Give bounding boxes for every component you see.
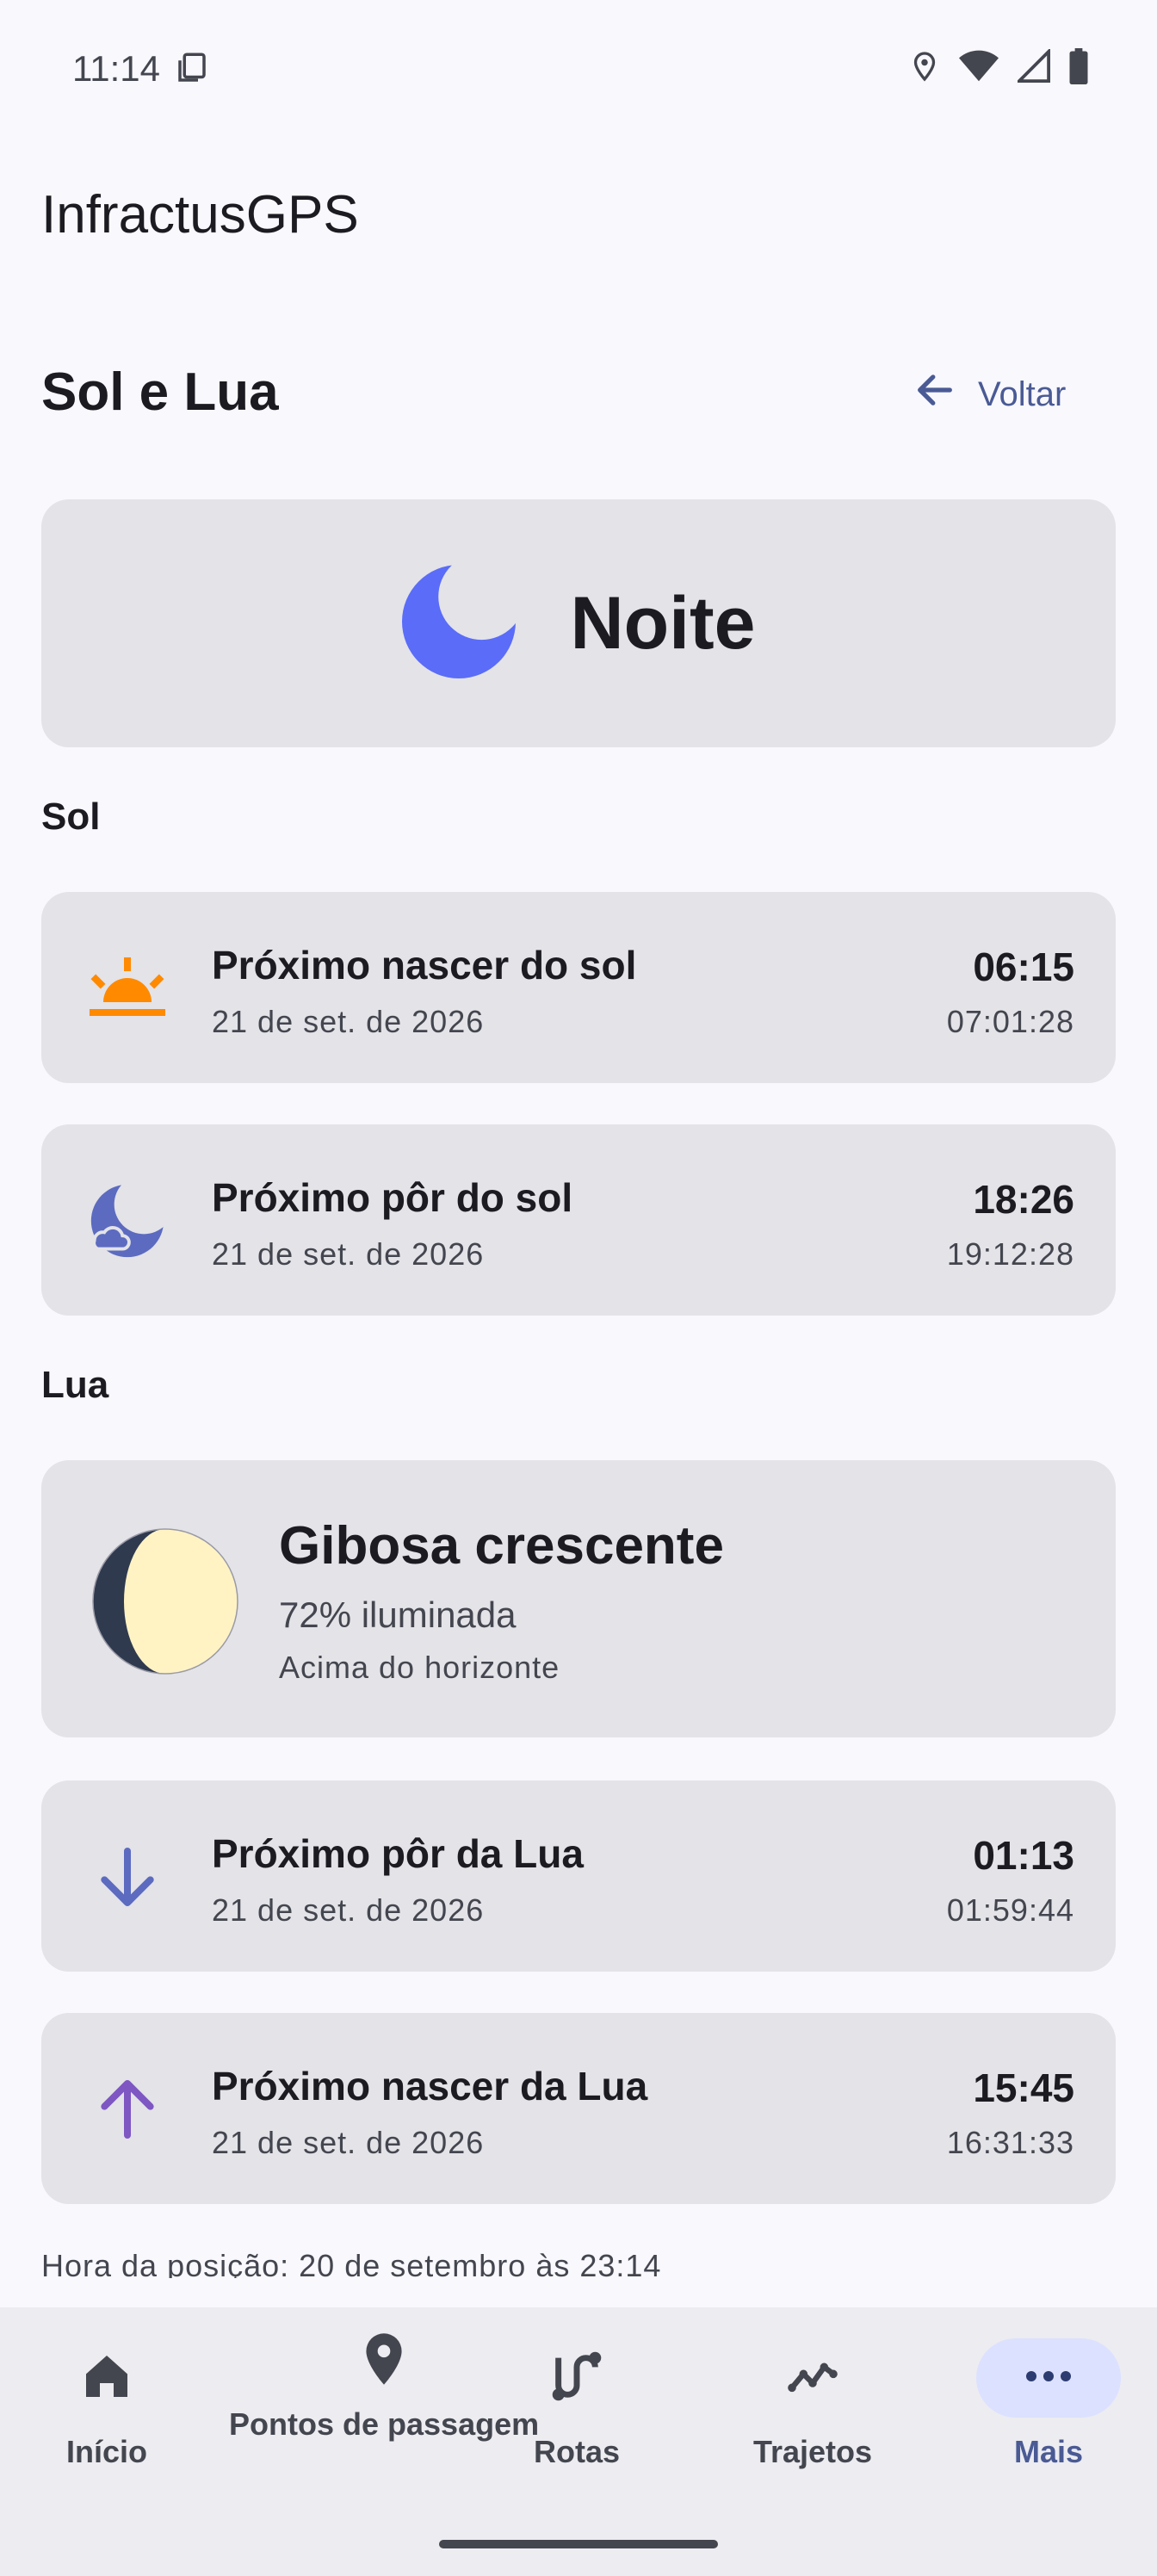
wifi-icon xyxy=(959,49,999,88)
position-timestamp-note: Hora da posição: 20 de setembro às 23:14 xyxy=(41,2248,662,2278)
row-date: 21 de set. de 2026 xyxy=(212,2125,485,2160)
next-moonset-card[interactable]: Próximo pôr da Lua 21 de set. de 2026 01… xyxy=(41,1780,1116,1972)
row-secondary-time: 07:01:28 xyxy=(946,1004,1074,1039)
trajectory-icon xyxy=(785,2349,840,2408)
nav-item-routes[interactable]: Rotas xyxy=(504,2338,649,2473)
next-sunset-card[interactable]: Próximo pôr do sol 21 de set. de 2026 18… xyxy=(41,1124,1116,1316)
row-date: 21 de set. de 2026 xyxy=(212,1892,485,1928)
nav-label: Pontos de passagem xyxy=(229,2406,540,2442)
nav-item-waypoints[interactable]: Pontos de passagem xyxy=(229,2321,539,2445)
bottom-navigation: Início Pontos de passagem Rotas Trajetos xyxy=(0,2307,1157,2576)
row-title: Próximo nascer do sol xyxy=(212,943,637,988)
arrow-back-icon xyxy=(913,368,957,421)
location-pin-icon xyxy=(360,2331,408,2391)
home-icon xyxy=(79,2349,134,2408)
back-label: Voltar xyxy=(978,375,1067,413)
nav-item-tracks[interactable]: Trajetos xyxy=(740,2338,885,2473)
row-time: 18:26 xyxy=(973,1177,1074,1222)
status-time: 11:14 xyxy=(72,48,160,89)
moon-horizon-status: Acima do horizonte xyxy=(279,1650,560,1685)
row-title: Próximo pôr da Lua xyxy=(212,1831,584,1876)
more-icon xyxy=(1024,2368,1073,2389)
nav-label: Trajetos xyxy=(752,2434,873,2469)
back-button[interactable]: Voltar xyxy=(913,360,1066,429)
arrow-up-icon xyxy=(86,2068,169,2151)
nav-label: Rotas xyxy=(533,2434,621,2469)
row-secondary-time: 19:12:28 xyxy=(946,1236,1074,1272)
nav-item-home[interactable]: Início xyxy=(34,2338,179,2473)
screenshot-notification-icon xyxy=(174,50,210,90)
row-title: Próximo nascer da Lua xyxy=(212,2064,648,2108)
next-moonrise-card[interactable]: Próximo nascer da Lua 21 de set. de 2026… xyxy=(41,2013,1116,2204)
nav-item-more[interactable]: Mais xyxy=(976,2338,1121,2473)
nav-label: Início xyxy=(65,2434,147,2469)
crescent-moon-icon xyxy=(401,564,516,683)
location-status-icon xyxy=(909,49,940,88)
row-date: 21 de set. de 2026 xyxy=(212,1004,485,1039)
moon-illumination: 72% iluminada xyxy=(279,1595,517,1635)
row-time: 06:15 xyxy=(973,944,1074,989)
day-night-label: Noite xyxy=(570,581,756,665)
night-moon-icon xyxy=(86,1180,169,1262)
sunrise-icon xyxy=(86,947,169,1030)
nav-label: Mais xyxy=(1013,2434,1084,2469)
moon-phase-card: Gibosa crescente 72% iluminada Acima do … xyxy=(41,1460,1116,1737)
row-date: 21 de set. de 2026 xyxy=(212,1236,485,1272)
route-icon xyxy=(549,2349,604,2408)
app-title: InfractusGPS xyxy=(41,185,359,245)
battery-icon xyxy=(1069,48,1088,89)
home-indicator[interactable] xyxy=(439,2540,718,2548)
next-sunrise-card[interactable]: Próximo nascer do sol 21 de set. de 2026… xyxy=(41,892,1116,1083)
page-title: Sol e Lua xyxy=(41,362,279,422)
day-night-status-card: Noite xyxy=(41,499,1116,747)
status-bar: 11:14 xyxy=(0,0,1157,138)
sun-section-label: Sol xyxy=(41,796,101,838)
row-secondary-time: 16:31:33 xyxy=(946,2125,1074,2160)
cell-signal-icon xyxy=(1015,47,1050,88)
row-time: 15:45 xyxy=(973,2065,1074,2110)
moon-phase-icon xyxy=(91,1527,239,1680)
status-icons xyxy=(909,47,1088,89)
row-time: 01:13 xyxy=(973,1833,1074,1878)
moon-phase-name: Gibosa crescente xyxy=(279,1516,724,1576)
row-secondary-time: 01:59:44 xyxy=(946,1892,1074,1928)
row-title: Próximo pôr do sol xyxy=(212,1175,573,1220)
arrow-down-icon xyxy=(86,1836,169,1918)
moon-section-label: Lua xyxy=(41,1364,109,1406)
